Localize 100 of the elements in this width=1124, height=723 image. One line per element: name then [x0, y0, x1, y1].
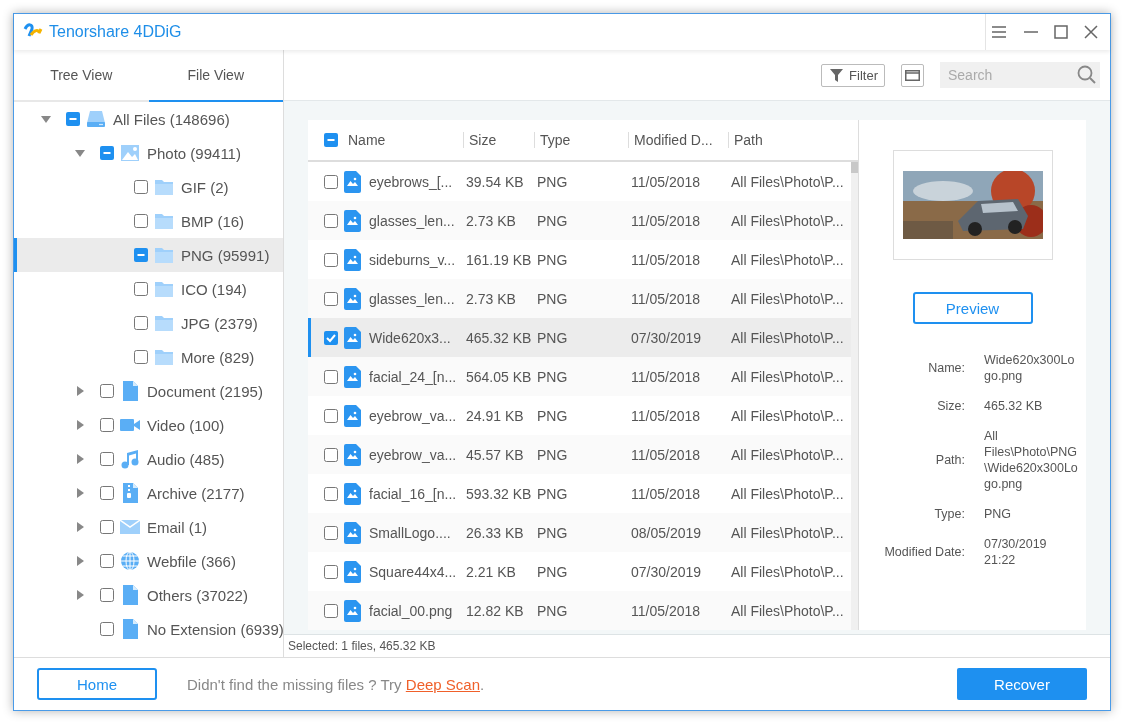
maximize-icon[interactable] [1054, 25, 1068, 39]
tree-checkbox[interactable] [100, 486, 114, 500]
menu-icon[interactable] [992, 26, 1006, 38]
tree-item[interactable]: Audio (485) [14, 442, 283, 476]
file-size: 26.33 KB [465, 524, 525, 541]
tree-checkbox[interactable] [134, 316, 148, 330]
tree-item[interactable]: GIF (2) [14, 170, 283, 204]
close-icon[interactable] [1084, 25, 1098, 39]
file-row[interactable]: eyebrow_va... 45.57 KB PNG 11/05/2018 All Files\Photo\P... [308, 435, 851, 474]
globe-icon [120, 551, 140, 571]
tree-checkbox[interactable] [134, 180, 148, 194]
tree-checkbox[interactable] [100, 146, 114, 160]
row-checkbox[interactable] [324, 564, 338, 579]
file-path: All Files\Photo\P... [730, 212, 845, 229]
tree-item[interactable]: More (829) [14, 340, 283, 374]
tree-item[interactable]: All Files (148696) [14, 102, 283, 136]
row-checkbox[interactable] [324, 447, 338, 462]
file-row[interactable]: Wide620x3... 465.32 KB PNG 07/30/2019 All Files\Photo\P... [308, 318, 851, 357]
file-row[interactable]: facial_16_[n... 593.32 KB PNG 11/05/2018 All Files\Photo\P... [308, 474, 851, 513]
scrollbar[interactable] [851, 162, 858, 630]
filter-button[interactable]: Filter [821, 63, 885, 87]
file-name: facial_00.png [369, 602, 453, 619]
row-checkbox[interactable] [324, 369, 338, 384]
tree-checkbox[interactable] [100, 520, 114, 534]
row-checkbox[interactable] [324, 408, 338, 423]
tree-item[interactable]: No Extension (6939) [14, 612, 283, 646]
tree-item[interactable]: Photo (99411) [14, 136, 283, 170]
detail-label: Modified Date: [883, 545, 965, 559]
tree-item[interactable]: BMP (16) [14, 204, 283, 238]
file-row[interactable]: eyebrows_[... 39.54 KB PNG 11/05/2018 All Files\Photo\P... [308, 162, 851, 201]
search-field[interactable]: Search [940, 62, 1100, 88]
row-checkbox[interactable] [324, 252, 338, 267]
modified-date: 08/05/2019 [630, 524, 703, 541]
tree-checkbox[interactable] [134, 282, 148, 296]
tree-item[interactable]: Video (100) [14, 408, 283, 442]
image-file-icon [344, 521, 361, 544]
tree-item[interactable]: Webfile (366) [14, 544, 283, 578]
panel-toggle-button[interactable] [901, 63, 924, 87]
search-icon[interactable] [1077, 65, 1096, 84]
tree-item[interactable]: PNG (95991) [14, 238, 283, 272]
tree-item[interactable]: JPG (2379) [14, 306, 283, 340]
column-header[interactable]: Size [463, 132, 534, 148]
file-row[interactable]: glasses_len... 2.73 KB PNG 11/05/2018 All Files\Photo\P... [308, 201, 851, 240]
tree-item[interactable]: Others (37022) [14, 578, 283, 612]
file-name: eyebrow_va... [369, 446, 457, 463]
tree-checkbox[interactable] [100, 384, 114, 398]
tree-label: More (829) [181, 348, 255, 366]
file-name: Square44x4... [369, 563, 457, 580]
tree-checkbox[interactable] [100, 418, 114, 432]
tree-checkbox[interactable] [134, 350, 148, 364]
tree-checkbox[interactable] [66, 112, 80, 126]
modified-date: 11/05/2018 [630, 173, 702, 190]
row-checkbox[interactable] [324, 330, 338, 345]
column-header[interactable]: Modified D... [628, 132, 728, 148]
file-row[interactable]: Square44x4... 2.21 KB PNG 07/30/2019 All Files\Photo\P... [308, 552, 851, 591]
detail-value: 465.32 KB [984, 398, 1044, 414]
tree-checkbox[interactable] [100, 588, 114, 602]
view-tab[interactable]: Tree View [14, 50, 149, 102]
row-checkbox[interactable] [324, 291, 338, 306]
folder-icon [154, 280, 174, 298]
window-icon [905, 69, 920, 81]
file-name: SmallLogo.... [369, 524, 451, 541]
tree-checkbox[interactable] [134, 214, 148, 228]
tree-item[interactable]: ICO (194) [14, 272, 283, 306]
file-size: 2.73 KB [465, 290, 517, 307]
tree-label: GIF (2) [181, 178, 229, 196]
tree-checkbox[interactable] [134, 248, 148, 262]
select-all-checkbox[interactable] [324, 133, 338, 147]
row-checkbox[interactable] [324, 174, 338, 189]
filter-icon [830, 68, 844, 82]
file-row[interactable]: eyebrow_va... 24.91 KB PNG 11/05/2018 All Files\Photo\P... [308, 396, 851, 435]
row-checkbox[interactable] [324, 525, 338, 540]
file-size: 161.19 KB [465, 251, 533, 268]
column-header[interactable]: Name [348, 132, 386, 148]
column-header[interactable]: Path [728, 132, 851, 148]
file-row[interactable]: glasses_len... 2.73 KB PNG 11/05/2018 All Files\Photo\P... [308, 279, 851, 318]
tree-item[interactable]: Document (2195) [14, 374, 283, 408]
tree-item[interactable]: Email (1) [14, 510, 283, 544]
file-type: PNG [536, 485, 569, 502]
detail-value: 07/30/2019 21:22 [984, 536, 1048, 568]
folder-icon [154, 348, 174, 366]
tree-checkbox[interactable] [100, 622, 114, 636]
row-checkbox[interactable] [324, 603, 338, 618]
detail-value: Wide620x300Logo.png [984, 352, 1076, 384]
tree-item[interactable]: Archive (2177) [14, 476, 283, 510]
document-icon [120, 381, 140, 401]
tree-checkbox[interactable] [100, 452, 114, 466]
image-file-icon [344, 365, 361, 388]
file-row[interactable]: sideburns_v... 161.19 KB PNG 11/05/2018 All Files\Photo\P... [308, 240, 851, 279]
file-row[interactable]: SmallLogo.... 26.33 KB PNG 08/05/2019 All Files\Photo\P... [308, 513, 851, 552]
file-row[interactable]: facial_00.png 12.82 KB PNG 11/05/2018 All Files\Photo\P... [308, 591, 851, 630]
row-checkbox[interactable] [324, 213, 338, 228]
modified-date: 07/30/2019 [630, 329, 703, 346]
tree-checkbox[interactable] [100, 554, 114, 568]
row-checkbox[interactable] [324, 486, 338, 501]
file-type: PNG [536, 173, 569, 190]
column-header[interactable]: Type [534, 132, 628, 148]
file-row[interactable]: facial_24_[n... 564.05 KB PNG 11/05/2018 All Files\Photo\P... [308, 357, 851, 396]
file-type: PNG [536, 290, 569, 307]
document-icon [120, 619, 140, 639]
